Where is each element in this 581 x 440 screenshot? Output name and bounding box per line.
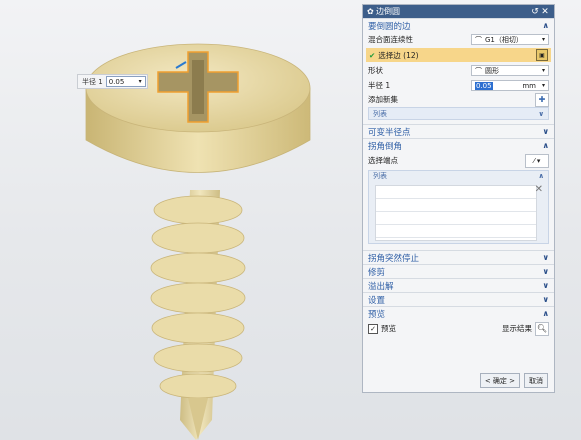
- radius-input[interactable]: 0.05 mm ▾: [471, 80, 549, 91]
- continuity-label: 混合面连续性: [368, 35, 413, 44]
- chevron-down-icon[interactable]: ∨: [543, 281, 550, 290]
- section-trim[interactable]: 修剪 ∨: [363, 264, 554, 278]
- chevron-down-icon[interactable]: ▾: [139, 78, 142, 85]
- section-overflow-title: 溢出解: [368, 281, 394, 292]
- continuity-select[interactable]: ⌒ G1（相切） ▾: [471, 34, 549, 45]
- select-edge-label: 选择边 (12): [378, 50, 419, 60]
- preview-checkbox[interactable]: ✓: [368, 323, 378, 334]
- chevron-up-icon[interactable]: ∧: [543, 21, 550, 30]
- section-edges-title: 要倒圆的边: [368, 21, 411, 32]
- dialog-footer: < 确定 > 取消: [479, 373, 548, 388]
- chevron-up-icon[interactable]: ∧: [543, 309, 550, 318]
- section-settings-title: 设置: [368, 295, 386, 306]
- radius-popup-label: 半径 1: [82, 77, 103, 86]
- radius-popup-value: 0.05: [108, 77, 125, 86]
- shape-label: 形状: [368, 66, 383, 75]
- chevron-up-icon[interactable]: ∧: [543, 141, 550, 150]
- radius-value: 0.05: [475, 81, 493, 90]
- show-result-label: 显示结果: [502, 324, 532, 333]
- endpoint-list-header[interactable]: 列表 ∧: [369, 171, 548, 181]
- section-preview[interactable]: 预览 ∧: [363, 306, 554, 320]
- radius-popup[interactable]: 半径 1 0.05 ▾: [77, 74, 148, 89]
- select-edge-row[interactable]: ✔ 选择边 (12) ▣: [366, 48, 551, 62]
- curve-icon: ⌒: [475, 35, 482, 44]
- chevron-down-icon: ▾: [541, 67, 545, 74]
- endpoint-list: 列表 ∧ ✕: [368, 170, 549, 244]
- edges-list-label: 列表: [373, 109, 387, 118]
- reset-icon[interactable]: ↺: [530, 7, 540, 17]
- endpoint-list-grid[interactable]: [375, 185, 537, 241]
- section-settings[interactable]: 设置 ∨: [363, 292, 554, 306]
- section-corner-setback[interactable]: 拐角倒角 ∧: [363, 138, 554, 152]
- dialog-title: 边倒圆: [376, 7, 400, 16]
- preview-checkbox-label: 预览: [381, 324, 396, 333]
- section-overflow[interactable]: 溢出解 ∨: [363, 278, 554, 292]
- thread-group: [150, 190, 246, 440]
- radius-unit: mm: [522, 81, 536, 90]
- chevron-down-icon: ∨: [538, 109, 544, 118]
- chevron-down-icon[interactable]: ∨: [543, 295, 550, 304]
- curve-icon: ⌒: [475, 66, 482, 75]
- cube-icon[interactable]: ▣: [536, 49, 548, 61]
- delete-icon[interactable]: ✕: [535, 184, 543, 195]
- section-corner-stop[interactable]: 拐角突然停止 ∨: [363, 250, 554, 264]
- list-row[interactable]: [376, 225, 536, 238]
- shape-row: 形状 ⌒ 圆形 ▾: [363, 63, 554, 78]
- section-variable-radius[interactable]: 可变半径点 ∨: [363, 124, 554, 138]
- screw-head: [85, 43, 311, 173]
- edge-blend-dialog: ✿ 边倒圆 ↺ ✕ 要倒圆的边 ∧ 混合面连续性 ⌒ G1（相切） ▾ ✔ 选择…: [362, 4, 555, 393]
- continuity-value: G1（相切）: [485, 35, 523, 44]
- section-corner-setback-title: 拐角倒角: [368, 141, 403, 152]
- section-variable-radius-title: 可变半径点: [368, 127, 411, 138]
- endpoint-list-label: 列表: [373, 172, 387, 180]
- checkmark-icon: ✔: [369, 50, 376, 60]
- chevron-up-icon: ∧: [538, 172, 544, 180]
- close-icon[interactable]: ✕: [540, 7, 550, 17]
- radius-popup-input[interactable]: 0.05 ▾: [105, 76, 146, 87]
- add-set-row: 添加新集 ✚: [363, 92, 554, 107]
- select-endpoint-label: 选择端点: [368, 156, 398, 165]
- radius-row: 半径 1 0.05 mm ▾: [363, 78, 554, 93]
- radius-label: 半径 1: [368, 81, 391, 90]
- cancel-button[interactable]: 取消: [524, 373, 548, 388]
- chevron-down-icon: ▾: [541, 82, 545, 89]
- chevron-down-icon[interactable]: ∨: [543, 127, 550, 136]
- dialog-titlebar: ✿ 边倒圆 ↺ ✕: [363, 5, 554, 18]
- chevron-down-icon[interactable]: ∨: [543, 253, 550, 262]
- gear-icon: ✿: [367, 7, 374, 16]
- point-picker-button[interactable]: ⁄ ▾: [525, 153, 549, 168]
- continuity-row: 混合面连续性 ⌒ G1（相切） ▾: [363, 32, 554, 47]
- edges-list-toggle[interactable]: 列表 ∨: [368, 107, 549, 120]
- ok-button[interactable]: < 确定 >: [479, 373, 520, 388]
- section-corner-stop-title: 拐角突然停止: [368, 253, 420, 264]
- section-edges[interactable]: 要倒圆的边 ∧: [363, 18, 554, 32]
- preview-row: ✓ 预览 显示结果 🔍︎: [363, 320, 554, 337]
- wand-icon: ⁄: [533, 156, 535, 165]
- select-endpoint-row: 选择端点 ⁄ ▾: [363, 152, 554, 169]
- chevron-down-icon: ▾: [536, 156, 541, 165]
- magnifier-icon[interactable]: 🔍︎: [535, 321, 549, 336]
- section-preview-title: 预览: [368, 309, 386, 320]
- shape-value: 圆形: [485, 66, 499, 75]
- list-row[interactable]: [376, 212, 536, 225]
- add-set-icon[interactable]: ✚: [535, 92, 549, 107]
- section-trim-title: 修剪: [368, 267, 386, 278]
- screw-model[interactable]: [0, 0, 360, 440]
- chevron-down-icon: ▾: [541, 36, 545, 43]
- shape-select[interactable]: ⌒ 圆形 ▾: [471, 65, 549, 76]
- list-row[interactable]: [376, 199, 536, 212]
- add-set-label: 添加新集: [368, 95, 398, 104]
- chevron-down-icon[interactable]: ∨: [543, 267, 550, 276]
- list-row[interactable]: [376, 186, 536, 199]
